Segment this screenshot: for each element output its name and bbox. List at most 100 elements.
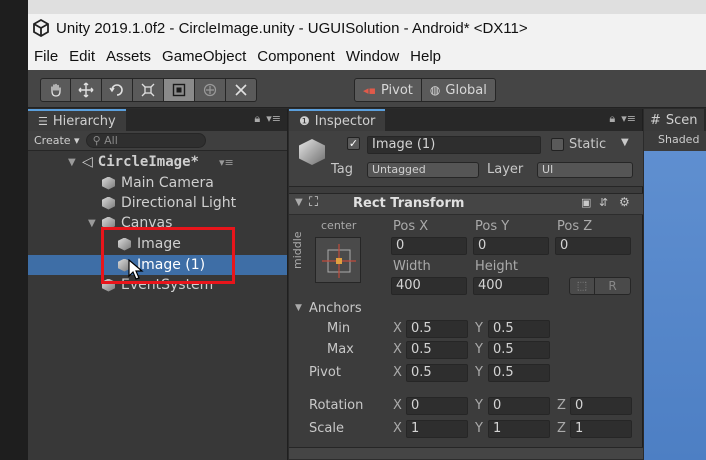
anchor-vertical-label: middle (291, 231, 304, 269)
min-x-field[interactable]: 0.5 (406, 320, 468, 338)
anchors-foldout-icon[interactable]: ▼ (295, 303, 302, 313)
rot-z-axis: Z (557, 398, 566, 413)
static-label[interactable]: Static (569, 137, 606, 152)
menu-window[interactable]: Window (346, 48, 399, 65)
rotate-tool-button[interactable] (102, 78, 133, 102)
gameobject-icon (299, 139, 325, 165)
hierarchy-search-input[interactable]: ⚲ All (85, 133, 206, 148)
menu-component[interactable]: Component (257, 48, 335, 65)
foldout-arrow-icon[interactable]: ▼ (295, 197, 303, 208)
preset-icon[interactable]: ⇵ (599, 196, 608, 209)
scene-view[interactable] (644, 151, 706, 460)
rot-x-axis: X (393, 398, 402, 413)
menu-gameobject[interactable]: GameObject (162, 48, 246, 65)
height-label: Height (475, 259, 518, 274)
min-y-field[interactable]: 0.5 (488, 320, 550, 338)
hierarchy-panel: ☰ Hierarchy 🔒︎ ▾≡ Create ▾ ⚲ All ▼ ◁ Cir… (28, 109, 288, 460)
scale-tool-button[interactable] (133, 78, 164, 102)
pivot-y-axis: Y (475, 365, 483, 380)
next-component-header[interactable] (289, 447, 643, 460)
scale-y-field[interactable]: 1 (488, 420, 550, 438)
lock-icon[interactable]: 🔒︎ (254, 112, 260, 126)
hierarchy-tab-controls: 🔒︎ ▾≡ (254, 112, 281, 126)
expand-arrow-icon[interactable]: ▼ (68, 157, 82, 168)
hierarchy-item[interactable]: Directional Light (28, 193, 287, 213)
gear-icon[interactable]: ⚙ (619, 195, 630, 209)
custom-tool-button[interactable] (226, 78, 257, 102)
static-checkbox[interactable] (551, 138, 564, 151)
pos-z-field[interactable]: 0 (555, 237, 631, 255)
hierarchy-item[interactable]: Main Camera (28, 173, 287, 193)
hand-tool-button[interactable] (40, 78, 71, 102)
anchor-preset-icon (322, 244, 356, 278)
help-icon[interactable]: ▣ (581, 196, 591, 209)
tab-menu-icon[interactable]: ▾≡ (266, 112, 281, 126)
menu-file[interactable]: File (34, 48, 58, 65)
info-icon: ❶ (299, 114, 310, 128)
scene-panel: # Scen Shaded (644, 109, 706, 460)
move-tool-button[interactable] (71, 78, 102, 102)
scale-icon (141, 83, 155, 97)
hierarchy-item-selected[interactable]: Image (1) (28, 255, 287, 275)
tab-scene[interactable]: # Scen (644, 109, 704, 131)
hierarchy-item[interactable]: EventSystem (28, 275, 287, 295)
rotation-z-field[interactable]: 0 (570, 397, 632, 415)
scale-x-axis: X (393, 421, 402, 436)
min-label: Min (327, 321, 351, 336)
pos-y-field[interactable]: 0 (473, 237, 549, 255)
width-field[interactable]: 400 (391, 277, 467, 295)
menu-edit[interactable]: Edit (69, 48, 95, 65)
height-field[interactable]: 400 (473, 277, 549, 295)
pivot-x-field[interactable]: 0.5 (406, 364, 468, 382)
transform-tools (40, 78, 257, 102)
anchor-presets-button[interactable] (315, 237, 361, 283)
menu-bar: File Edit Assets GameObject Component Wi… (28, 42, 706, 70)
expand-arrow-icon[interactable]: ▼ (88, 218, 102, 229)
pos-x-field[interactable]: 0 (391, 237, 467, 255)
hierarchy-toolbar: Create ▾ ⚲ All (28, 131, 287, 151)
static-dropdown-icon[interactable]: ▼ (621, 137, 629, 148)
max-x-field[interactable]: 0.5 (406, 341, 468, 359)
tag-dropdown[interactable]: Untagged (367, 162, 479, 178)
anchors-label[interactable]: Anchors (309, 301, 362, 316)
active-checkbox[interactable]: ✓ (347, 137, 360, 150)
lock-icon[interactable]: 🔒︎ (609, 112, 615, 126)
pivot-y-field[interactable]: 0.5 (488, 364, 550, 382)
rect-tool-button[interactable] (164, 78, 195, 102)
hierarchy-item[interactable]: ▼ Canvas (28, 213, 287, 233)
scene-tab-label: Scen (665, 112, 698, 128)
rotation-y-field[interactable]: 0 (488, 397, 550, 415)
shading-mode-dropdown[interactable]: Shaded (658, 133, 699, 146)
menu-assets[interactable]: Assets (106, 48, 151, 65)
rect-transform-header[interactable]: ▼ ⛶ Rect Transform ▣ ⇵ ⚙ (289, 193, 643, 215)
rotation-x-field[interactable]: 0 (406, 397, 468, 415)
pivot-group: ◂▪ Pivot ◍ Global (354, 78, 496, 102)
item-label: Directional Light (121, 195, 237, 211)
top-strip (0, 0, 706, 14)
scale-x-field[interactable]: 1 (406, 420, 468, 438)
raw-edit-button[interactable]: R (595, 277, 631, 295)
scale-z-field[interactable]: 1 (570, 420, 632, 438)
tab-menu-icon[interactable]: ▾≡ (621, 112, 636, 126)
blueprint-button[interactable]: ⬚ (569, 277, 595, 295)
rect-transform-icon: ⛶ (309, 195, 319, 210)
rect-transform-title: Rect Transform (353, 196, 465, 211)
tab-hierarchy[interactable]: ☰ Hierarchy (28, 109, 126, 131)
scene-row[interactable]: ▼ ◁ CircleImage* ▾≡ (28, 152, 287, 172)
pos-y-label: Pos Y (475, 219, 510, 234)
scene-menu-icon[interactable]: ▾≡ (219, 156, 234, 169)
object-name-field[interactable]: Image (1) (367, 136, 541, 154)
global-toggle[interactable]: ◍ Global (421, 78, 496, 102)
rotation-label: Rotation (309, 398, 364, 413)
transform-tool-button[interactable] (195, 78, 226, 102)
layer-dropdown[interactable]: UI (537, 162, 633, 178)
layer-label: Layer (487, 162, 524, 177)
tab-inspector[interactable]: ❶ Inspector (289, 109, 386, 131)
menu-help[interactable]: Help (410, 48, 441, 65)
hierarchy-item[interactable]: Image (28, 234, 287, 254)
pivot-x-axis: X (393, 365, 402, 380)
pivot-toggle[interactable]: ◂▪ Pivot (354, 78, 422, 102)
max-y-field[interactable]: 0.5 (488, 341, 550, 359)
inspector-tab-label: Inspector (314, 113, 376, 129)
create-dropdown[interactable]: Create ▾ (34, 134, 80, 147)
